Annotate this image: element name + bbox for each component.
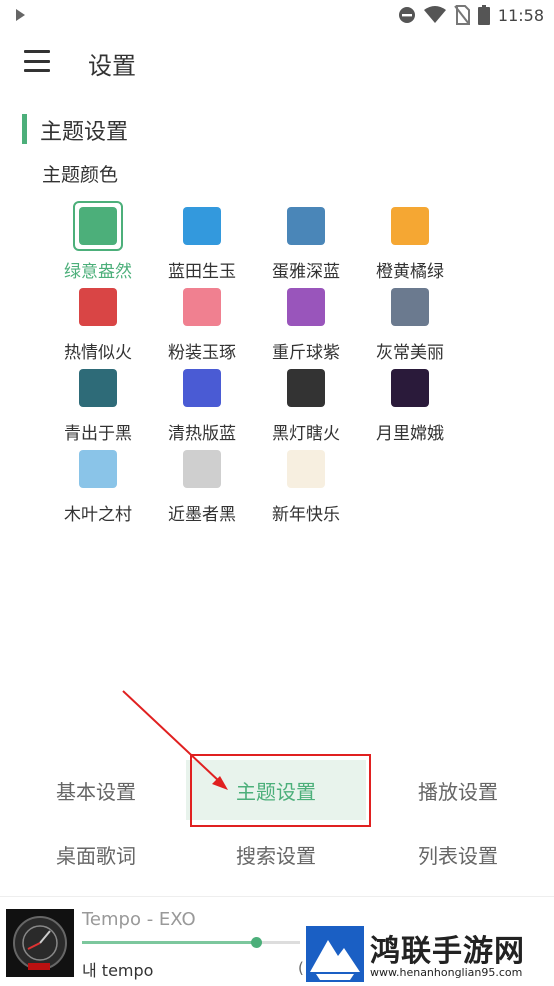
theme-option[interactable]: 新年快乐 — [254, 448, 358, 526]
theme-option[interactable]: 黑灯瞎火 — [254, 367, 358, 445]
settings-tab[interactable]: 列表设置 — [368, 824, 548, 884]
theme-swatch — [285, 367, 327, 409]
theme-swatch-color — [183, 369, 221, 407]
theme-swatch-color — [183, 288, 221, 326]
settings-tab[interactable]: 播放设置 — [368, 760, 548, 820]
theme-label: 青出于黑 — [64, 424, 132, 444]
theme-swatch-color — [183, 207, 221, 245]
progress-fill — [82, 941, 257, 944]
do-not-disturb-icon — [398, 7, 415, 23]
theme-label: 热情似火 — [64, 343, 132, 363]
annotation-highlight-box — [190, 754, 371, 827]
theme-option[interactable]: 近墨者黑 — [150, 448, 254, 526]
theme-swatch — [389, 367, 431, 409]
theme-swatch-color — [287, 207, 325, 245]
page-title: 设置 — [88, 52, 136, 80]
theme-label: 绿意盎然 — [64, 262, 132, 282]
theme-swatch-color — [391, 369, 429, 407]
theme-swatch-color — [79, 369, 117, 407]
time-text: ( — [298, 959, 304, 977]
watermark: 鸿联手游网 www.henanhonglian95.com — [304, 924, 554, 986]
theme-swatch-color — [391, 288, 429, 326]
theme-swatch-color — [79, 450, 117, 488]
theme-label: 新年快乐 — [272, 505, 340, 525]
theme-label: 木叶之村 — [64, 505, 132, 525]
theme-label: 近墨者黑 — [168, 505, 236, 525]
theme-swatch — [181, 448, 223, 490]
theme-swatch — [181, 367, 223, 409]
theme-swatch — [285, 286, 327, 328]
theme-label: 橙黄橘绿 — [376, 262, 444, 282]
theme-swatch-color — [79, 207, 117, 245]
watermark-title: 鸿联手游网 — [370, 934, 525, 969]
theme-swatch — [77, 448, 119, 490]
theme-swatch — [181, 286, 223, 328]
theme-swatch — [181, 205, 223, 247]
theme-option[interactable]: 月里嫦娥 — [358, 367, 462, 445]
theme-label: 蛋雅深蓝 — [272, 262, 340, 282]
no-sim-icon — [454, 5, 470, 25]
watermark-url: www.henanhonglian95.com — [370, 966, 523, 979]
section-title: 主题设置 — [40, 120, 129, 145]
theme-swatch-color — [391, 207, 429, 245]
lyric-line: 내 tempo — [82, 961, 154, 980]
battery-icon — [477, 5, 490, 25]
theme-option[interactable]: 橙黄橘绿 — [358, 205, 462, 283]
theme-label: 重斤球紫 — [272, 343, 340, 363]
wifi-icon — [423, 6, 446, 23]
app-bar: 设置 — [0, 38, 554, 86]
play-icon — [16, 9, 25, 21]
progress-bar[interactable] — [82, 937, 300, 948]
theme-swatch — [389, 286, 431, 328]
album-art[interactable] — [6, 909, 74, 977]
theme-color-subtitle: 主题颜色 — [42, 164, 119, 186]
watermark-logo — [306, 926, 364, 982]
settings-tab[interactable]: 基本设置 — [6, 760, 186, 820]
theme-label: 月里嫦娥 — [376, 424, 444, 444]
theme-option[interactable]: 粉装玉琢 — [150, 286, 254, 364]
settings-tab[interactable]: 桌面歌词 — [6, 824, 186, 884]
theme-label: 蓝田生玉 — [168, 262, 236, 282]
theme-option[interactable]: 灰常美丽 — [358, 286, 462, 364]
theme-option[interactable]: 清热版蓝 — [150, 367, 254, 445]
progress-knob[interactable] — [251, 937, 263, 948]
status-bar: 11:58 — [0, 0, 554, 30]
track-title: Tempo - EXO — [82, 909, 196, 930]
status-time: 11:58 — [497, 5, 544, 25]
theme-option[interactable]: 重斤球紫 — [254, 286, 358, 364]
theme-swatch-color — [183, 450, 221, 488]
theme-label: 粉装玉琢 — [168, 343, 236, 363]
theme-swatch-color — [287, 450, 325, 488]
theme-option[interactable]: 青出于黑 — [46, 367, 150, 445]
theme-swatch — [285, 448, 327, 490]
theme-label: 灰常美丽 — [376, 343, 444, 363]
theme-swatch — [389, 205, 431, 247]
settings-tab[interactable]: 搜索设置 — [186, 824, 366, 884]
theme-swatch — [73, 201, 123, 251]
theme-swatch-color — [287, 369, 325, 407]
section-accent-bar — [22, 114, 27, 144]
theme-option[interactable]: 热情似火 — [46, 286, 150, 364]
theme-option[interactable]: 蛋雅深蓝 — [254, 205, 358, 283]
theme-swatch-color — [287, 288, 325, 326]
theme-option[interactable]: 木叶之村 — [46, 448, 150, 526]
theme-swatch-color — [79, 288, 117, 326]
theme-label: 清热版蓝 — [168, 424, 236, 444]
theme-label: 黑灯瞎火 — [272, 424, 340, 444]
menu-icon[interactable] — [24, 50, 50, 72]
theme-swatch — [77, 286, 119, 328]
theme-option[interactable]: 蓝田生玉 — [150, 205, 254, 283]
theme-swatch — [77, 367, 119, 409]
theme-swatch — [285, 205, 327, 247]
theme-option[interactable]: 绿意盎然 — [46, 201, 150, 283]
